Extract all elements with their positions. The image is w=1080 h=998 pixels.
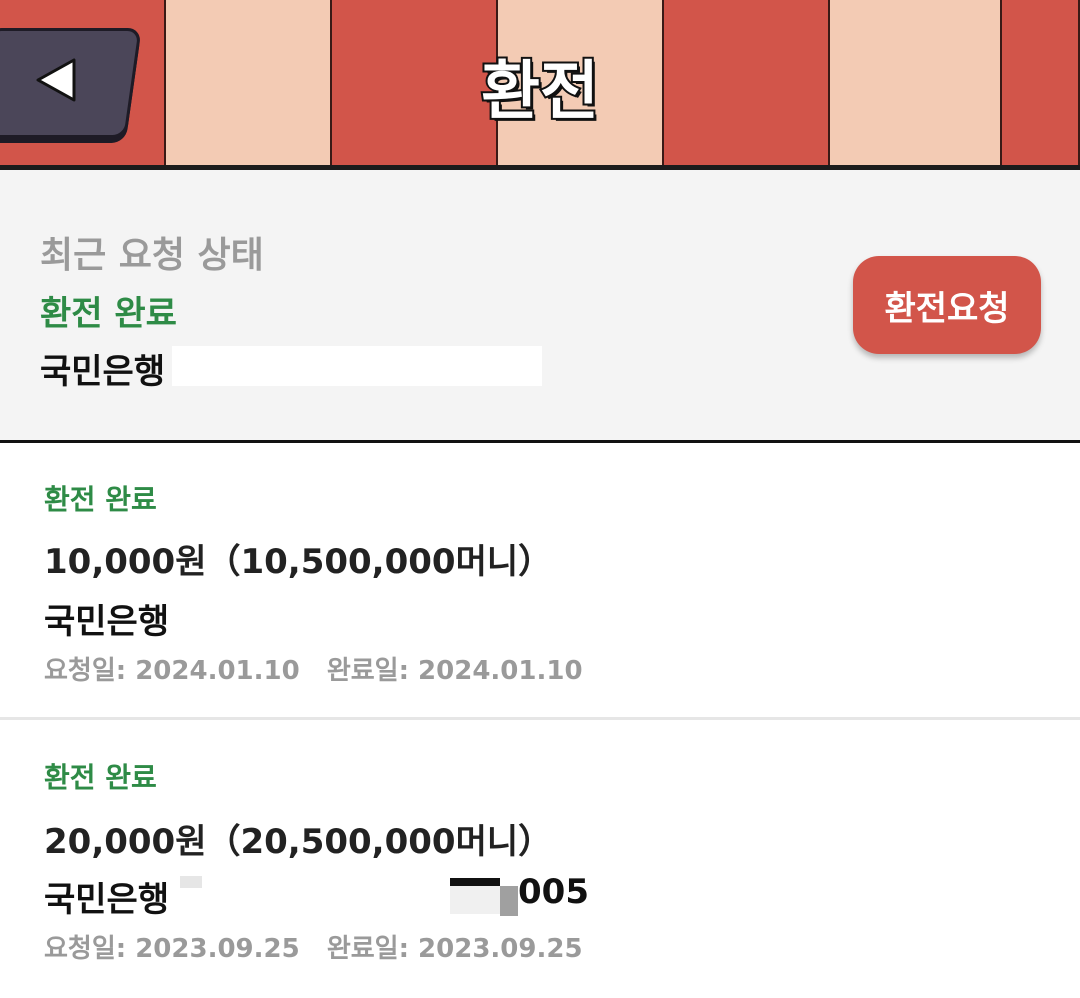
redaction-artifact bbox=[180, 876, 202, 888]
record-dates: 요청일: 2023.09.25 완료일: 2023.09.25 bbox=[44, 934, 583, 964]
redacted-account bbox=[172, 346, 542, 386]
record-status: 환전 완료 bbox=[44, 761, 157, 794]
record-bank: 국민은행 bbox=[44, 880, 170, 920]
page-title: 환전 bbox=[479, 53, 601, 131]
recent-status-value: 환전 완료 bbox=[40, 294, 177, 334]
redaction-artifact bbox=[500, 886, 518, 916]
record-dates: 요청일: 2024.01.10 완료일: 2024.01.10 bbox=[44, 656, 583, 686]
exchange-record: 환전 완료 20,000원（20,500,000머니） 국민은행 005 요청일… bbox=[0, 720, 1080, 998]
exchange-request-button[interactable]: 환전요청 bbox=[853, 256, 1041, 354]
recent-status-panel: 최근 요청 상태 환전 완료 국민은행 환전요청 bbox=[0, 170, 1080, 443]
record-account-suffix: 005 bbox=[518, 872, 589, 912]
record-status: 환전 완료 bbox=[44, 483, 157, 516]
redacted-account bbox=[178, 870, 450, 916]
exchange-record: 환전 완료 10,000원（10,500,000머니） 국민은행 요청일: 20… bbox=[0, 440, 1080, 718]
record-bank: 국민은행 bbox=[44, 602, 170, 642]
redacted-account bbox=[176, 594, 564, 636]
record-amount: 10,000원（10,500,000머니） bbox=[44, 542, 553, 582]
record-amount: 20,000원（20,500,000머니） bbox=[44, 822, 553, 862]
recent-status-bank: 국민은행 bbox=[40, 352, 166, 392]
recent-status-heading: 최근 요청 상태 bbox=[40, 235, 264, 276]
redaction-artifact bbox=[450, 878, 500, 886]
